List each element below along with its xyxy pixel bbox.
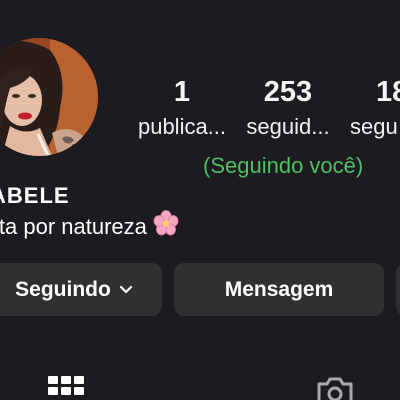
profile-bio: ita por natureza xyxy=(0,209,179,243)
stat-posts[interactable]: 1 publica... xyxy=(134,76,230,140)
following-button-label: Seguindo xyxy=(15,278,111,301)
following-label: segu xyxy=(350,114,398,139)
tagged-photo-icon[interactable] xyxy=(315,376,355,400)
message-button-label: Mensagem xyxy=(224,278,334,301)
follows-you-label: (Seguindo você) xyxy=(203,153,364,178)
following-count: 18 xyxy=(376,76,400,108)
followers-count: 253 xyxy=(263,76,313,108)
chevron-down-icon xyxy=(119,262,133,315)
avatar-photo xyxy=(0,38,98,156)
posts-count: 1 xyxy=(173,76,191,108)
stat-followers[interactable]: 253 seguid... xyxy=(244,76,332,140)
bio-text: ita por natureza xyxy=(0,214,147,239)
followers-label: seguid... xyxy=(246,114,330,139)
message-button[interactable]: Mensagem xyxy=(174,263,384,316)
profile-name: ABELE xyxy=(0,183,70,208)
profile-avatar[interactable] xyxy=(0,38,98,156)
stat-following[interactable]: 18 segu xyxy=(350,76,400,140)
flower-emoji-icon xyxy=(153,209,179,243)
profile-screen: 1 publica... 253 seguid... 18 segu (Segu… xyxy=(0,0,400,400)
grid-icon[interactable] xyxy=(48,376,84,400)
following-button[interactable]: Seguindo xyxy=(0,263,162,316)
add-person-button[interactable] xyxy=(396,263,400,316)
posts-label: publica... xyxy=(137,114,227,139)
